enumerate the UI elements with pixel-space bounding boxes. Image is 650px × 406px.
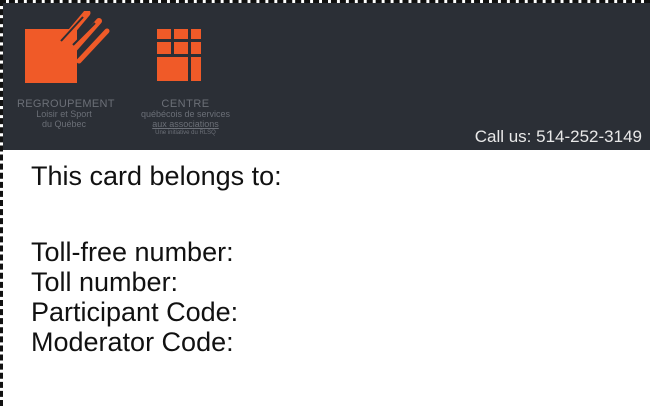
card-fields: This card belongs to: Toll-free number: …: [31, 161, 282, 357]
call-us-text: Call us: 514-252-3149: [474, 127, 642, 146]
org2-line4: Une initiative du RLSQ: [155, 130, 216, 136]
rlsq-claw-logo-icon: [25, 11, 110, 83]
blank-spacer: [31, 191, 282, 237]
moderator-code-label: Moderator Code:: [31, 327, 234, 357]
toll-number-label: Toll number:: [31, 267, 179, 297]
org1-line1: REGROUPEMENT: [17, 98, 115, 110]
conference-card: REGROUPEMENT Loisir et Sport du Québec C…: [0, 0, 650, 406]
org2-line1: CENTRE: [161, 98, 210, 110]
org2-line2: québécois de services: [140, 109, 231, 119]
belongs-to-label: This card belongs to:: [31, 161, 282, 191]
org1-line2: Loisir et Sport: [36, 109, 92, 119]
org2-line3: aux associations: [152, 119, 219, 129]
org1-label: REGROUPEMENT Loisir et Sport du Québec: [17, 98, 115, 130]
org1-line3: du Québec: [41, 119, 87, 129]
toll-free-label: Toll-free number:: [31, 237, 234, 267]
header-banner: REGROUPEMENT Loisir et Sport du Québec C…: [3, 3, 650, 150]
org2-label: CENTRE québécois de services aux associa…: [128, 99, 243, 138]
participant-code-label: Participant Code:: [31, 297, 239, 327]
grid-blocks-logo-icon: [157, 29, 201, 81]
